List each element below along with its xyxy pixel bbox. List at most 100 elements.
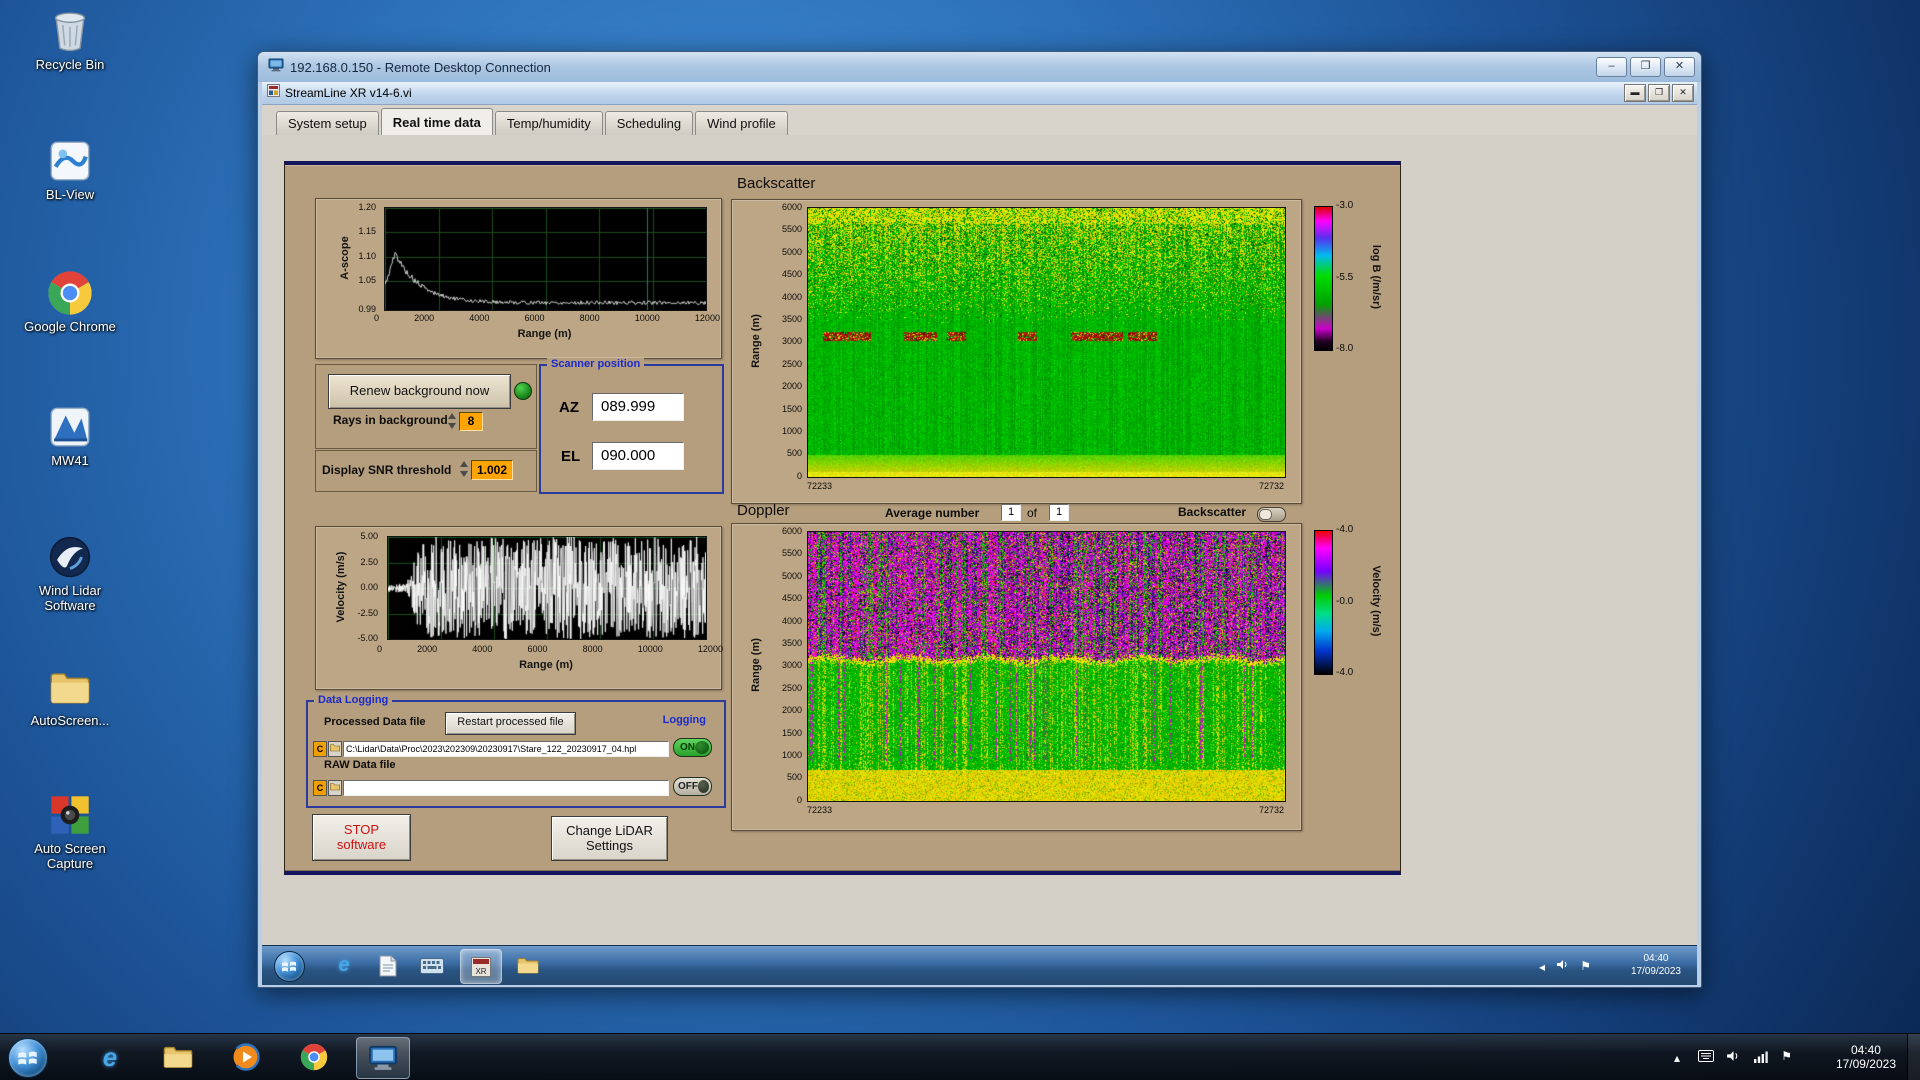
rays-spinner[interactable]	[448, 412, 457, 430]
snr-spinner[interactable]	[460, 460, 469, 478]
taskbar-remote-desktop-active[interactable]	[356, 1037, 410, 1079]
tab-system-setup[interactable]: System setup	[276, 111, 379, 135]
tick-label: 0.00	[360, 582, 378, 592]
rdp-close-button[interactable]: ✕	[1664, 57, 1695, 77]
app-window-icon	[267, 84, 280, 102]
raw-drive-selector[interactable]: C	[313, 780, 327, 796]
remote-volume-icon[interactable]	[1556, 958, 1569, 976]
remote-network-icon[interactable]: ⚑	[1580, 959, 1591, 973]
app-titlebar[interactable]: StreamLine XR v14-6.vi ▬ ❐ ✕	[262, 82, 1697, 105]
processed-path-field[interactable]: C:\Lidar\Data\Proc\2023\202309\20230917\…	[343, 741, 669, 757]
taskbar-internet-explorer[interactable]: e	[88, 1037, 132, 1077]
tick-label: 3500	[781, 638, 802, 649]
tick-label: 6000	[781, 526, 802, 536]
tray-flag-icon[interactable]: ⚑	[1781, 1049, 1792, 1063]
renew-background-button[interactable]: Renew background now	[328, 374, 511, 409]
processed-file-label: Processed Data file	[324, 716, 426, 728]
backscatter-toggle-label: Backscatter	[1178, 505, 1247, 519]
taskbar-media-player[interactable]	[224, 1037, 268, 1077]
tab-temp-humidity[interactable]: Temp/humidity	[494, 111, 603, 135]
average-total-value[interactable]: 1	[1049, 504, 1069, 521]
desktop-icon-mw41[interactable]: MW41	[16, 404, 124, 468]
desktop-icon-label: Recycle Bin	[35, 57, 105, 72]
stop-line2: software	[336, 837, 387, 852]
app-close-button[interactable]: ✕	[1672, 84, 1694, 102]
browse-folder-icon[interactable]	[328, 741, 342, 757]
remote-desktop-icon	[369, 1045, 397, 1070]
raw-path-field[interactable]	[343, 780, 669, 796]
remote-date: 17/09/2023	[1630, 966, 1681, 977]
el-value[interactable]: 090.000	[592, 442, 684, 470]
taskbar-clock[interactable]: 04:40 17/09/2023	[1836, 1043, 1896, 1071]
backscatter-toggle[interactable]	[1257, 507, 1286, 522]
tick-label: 1.15	[358, 226, 376, 237]
desktop-icon-bl-view[interactable]: BL-View	[16, 138, 124, 202]
remote-tray-chevron-icon[interactable]: ◂	[1539, 960, 1545, 974]
tray-keyboard-icon[interactable]	[1698, 1049, 1714, 1067]
tick-label: 1.10	[358, 250, 376, 261]
app-restore-button[interactable]: ❐	[1648, 84, 1670, 102]
tray-network-icon[interactable]	[1753, 1050, 1768, 1068]
restart-processed-file-button[interactable]: Restart processed file	[445, 712, 576, 735]
tick-label: 4000	[781, 615, 802, 626]
tick-label: 6000	[781, 202, 802, 212]
drive-selector[interactable]: C	[313, 741, 327, 757]
tab-wind-profile[interactable]: Wind profile	[695, 111, 788, 135]
tick-label: -5.5	[1336, 271, 1354, 283]
remote-taskbar: e XR ◂ ⚑ 04:40 17/09/2023	[262, 945, 1697, 985]
rdp-window-icon	[268, 58, 284, 77]
desktop-icon-wind-lidar[interactable]: Wind Lidar Software	[16, 534, 124, 613]
average-number-value[interactable]: 1	[1001, 504, 1021, 521]
backscatter-colorbar-ticks: -3.0 -5.5 -8.0	[1336, 201, 1353, 354]
el-label: EL	[561, 448, 581, 465]
desktop-icon-recycle-bin[interactable]: Recycle Bin	[16, 8, 124, 72]
stop-line1: STOP	[343, 822, 380, 837]
stop-software-button[interactable]: STOP software	[312, 814, 411, 861]
snr-value[interactable]: 1.002	[471, 460, 513, 480]
remote-taskbar-app-xr[interactable]: XR	[460, 949, 502, 984]
rdp-titlebar[interactable]: 192.168.0.150 - Remote Desktop Connectio…	[258, 52, 1701, 82]
tab-scheduling[interactable]: Scheduling	[604, 111, 694, 135]
backscatter-title: Backscatter	[737, 175, 816, 192]
tick-label: 12000	[697, 644, 723, 654]
app-window: StreamLine XR v14-6.vi ▬ ❐ ✕ System setu…	[262, 82, 1697, 946]
app-minimize-button[interactable]: ▬	[1624, 84, 1646, 102]
processed-logging-toggle[interactable]: ON	[673, 738, 712, 757]
tick-label: 2500	[781, 682, 802, 693]
windows-flag-icon	[282, 961, 297, 972]
tick-label: 1000	[781, 426, 802, 437]
remote-start-button[interactable]	[274, 951, 305, 982]
tick-label: 1500	[781, 727, 802, 738]
tick-label: -5.00	[357, 633, 378, 643]
tray-volume-icon[interactable]	[1726, 1049, 1740, 1068]
folder-icon	[163, 1046, 193, 1068]
remote-taskbar-folder[interactable]	[508, 949, 548, 982]
taskbar-explorer[interactable]	[156, 1037, 200, 1077]
raw-logging-toggle[interactable]: OFF	[673, 777, 712, 796]
tick-label: 72732	[1258, 481, 1284, 491]
tick-label: 5000	[781, 246, 802, 257]
desktop-icon-auto-screen-capture[interactable]: Auto Screen Capture	[16, 792, 124, 871]
average-of-label: of	[1027, 506, 1038, 520]
remote-clock[interactable]: 04:40 17/09/2023	[1631, 952, 1681, 978]
taskbar-chrome[interactable]	[292, 1037, 336, 1077]
hidden-icons-chevron[interactable]: ▴	[1674, 1051, 1680, 1065]
rdp-minimize-button[interactable]: –	[1596, 57, 1627, 77]
remote-taskbar-ie[interactable]: e	[324, 949, 364, 982]
show-desktop-button[interactable]	[1907, 1034, 1920, 1080]
rdp-maximize-button[interactable]: ❐	[1630, 57, 1661, 77]
change-lidar-settings-button[interactable]: Change LiDAR Settings	[551, 816, 668, 861]
desktop-icon-autoscreen[interactable]: AutoScreen...	[16, 664, 124, 728]
start-button[interactable]	[8, 1038, 48, 1078]
tick-label: -3.0	[1336, 200, 1354, 211]
tick-label: 4500	[781, 593, 802, 604]
desktop-icon-google-chrome[interactable]: Google Chrome	[16, 270, 124, 334]
tab-real-time-data[interactable]: Real time data	[380, 108, 493, 136]
az-value[interactable]: 089.999	[592, 393, 684, 421]
raw-browse-folder-icon[interactable]	[328, 780, 342, 796]
rays-label: Rays in background	[333, 413, 448, 427]
remote-taskbar-document[interactable]	[368, 949, 408, 982]
rays-value[interactable]: 8	[459, 412, 483, 431]
remote-taskbar-keyboard[interactable]	[412, 949, 452, 982]
ascope-yticks: 1.20 1.15 1.10 1.05 0.99	[334, 202, 380, 314]
